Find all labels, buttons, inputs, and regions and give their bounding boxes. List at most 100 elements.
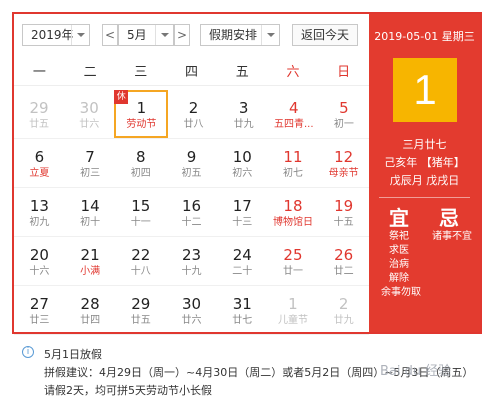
calendar-day[interactable]: 2 廿九 [318,286,369,334]
chevron-down-icon [71,25,89,45]
day-number: 5 [339,99,349,117]
month-select[interactable]: 5月 [118,24,174,46]
day-number: 10 [232,148,252,166]
day-lunar: 初三 [80,168,101,179]
inauspicious-item: 诸事不宜 [432,231,472,242]
day-lunar: 二十 [232,266,253,277]
calendar-day-selected[interactable]: 休 1 劳动节 [114,90,169,138]
holiday-select[interactable]: 假期安排 [200,24,280,46]
calendar-day[interactable]: 5 初一 [319,90,369,138]
day-lunar: 初七 [282,168,303,179]
calendar-day[interactable]: 31 廿七 [217,286,268,334]
day-lunar: 十六 [29,266,50,277]
day-lunar: 廿五 [130,315,151,326]
calendar-day[interactable]: 13 初九 [14,188,65,236]
day-lunar: 廿一 [282,266,303,277]
calendar-day[interactable]: 30 廿六 [166,286,217,334]
year-select[interactable]: 2019年 [22,24,90,46]
calendar-day[interactable]: 3 廿九 [219,90,269,138]
calendar-week-row: 13 初九 14 初十 15 十一 16 十二 17 十三 18 博物馆日 19 十五 [14,188,369,237]
day-lunar: 十一 [130,217,151,228]
auspicious-label: 宜 [389,206,409,230]
day-number: 1 [288,295,298,313]
calendar-day[interactable]: 25 廿一 [268,237,319,285]
divider [379,197,470,198]
calendar-day[interactable]: 24 二十 [217,237,268,285]
note-title: 5月1日放假 [44,348,102,361]
day-number: 19 [334,197,354,215]
day-lunar: 初六 [232,168,253,179]
day-lunar: 五四青... [274,119,314,130]
calendar-day[interactable]: 12 母亲节 [318,139,369,187]
calendar-day[interactable]: 28 廿四 [65,286,116,334]
weekday-label: 四 [185,65,199,80]
calendar-toolbar: 2019年 < 5月 > 假期安排 返回今天 [22,24,367,46]
day-lunar: 廿六 [181,315,202,326]
info-icon: i [22,346,34,358]
calendar-day[interactable]: 27 廿三 [14,286,65,334]
weekday-label: 二 [83,65,97,80]
calendar-day[interactable]: 20 十六 [14,237,65,285]
day-lunar: 初九 [29,217,50,228]
calendar-day[interactable]: 29 廿五 [14,90,64,138]
auspicious-item: 求医 [389,245,409,256]
calendar-day[interactable]: 1 儿童节 [268,286,319,334]
day-lunar: 小满 [80,266,101,277]
inauspicious-list: 诸事不宜 [432,230,472,244]
day-number: 30 [79,99,99,117]
inauspicious-label: 忌 [439,206,459,230]
day-lunar: 廿六 [79,119,100,130]
calendar-day[interactable]: 17 十三 [217,188,268,236]
calendar-day[interactable]: 18 博物馆日 [268,188,319,236]
calendar-day[interactable]: 29 廿五 [115,286,166,334]
calendar-week-row: 27 廿三 28 廿四 29 廿五 30 廿六 31 廿七 1 儿童节 2 廿九 [14,286,369,335]
day-lunar: 廿九 [233,119,254,130]
day-lunar: 儿童节 [277,315,308,326]
month-select-value: 5月 [127,28,147,42]
day-number: 24 [232,246,252,264]
weekday-label: 日 [337,65,351,80]
next-month-button[interactable]: > [174,24,190,46]
day-number: 11 [283,148,303,166]
day-number: 12 [334,148,354,166]
day-number: 14 [80,197,100,215]
calendar-day[interactable]: 19 十五 [318,188,369,236]
calendar-week-row: 29 廿五 30 廿六 休 1 劳动节 2 廿八 3 廿九 4 五四青... 5 初一 [14,90,369,139]
day-number: 29 [131,295,151,313]
calendar-week-row: 6 立夏 7 初三 8 初四 9 初五 10 初六 11 初七 12 母亲节 [14,139,369,188]
calendar-day[interactable]: 22 十八 [115,237,166,285]
auspicious-item: 解除 [389,273,409,284]
day-number: 26 [334,246,354,264]
day-lunar: 立夏 [29,168,50,179]
day-number: 22 [131,246,151,264]
lunar-date: 三月廿七 [402,138,447,151]
calendar-day[interactable]: 14 初十 [65,188,116,236]
calendar-day[interactable]: 4 五四青... [269,90,319,138]
calendar-day[interactable]: 26 廿二 [318,237,369,285]
day-lunar: 十五 [333,217,354,228]
calendar-day[interactable]: 23 十九 [166,237,217,285]
calendar-day[interactable]: 8 初四 [115,139,166,187]
calendar-day[interactable]: 11 初七 [268,139,319,187]
calendar-day[interactable]: 2 廿八 [168,90,218,138]
weekday-label: 五 [235,65,249,80]
day-lunar: 初一 [333,119,354,130]
calendar-day[interactable]: 16 十二 [166,188,217,236]
calendar-day[interactable]: 10 初六 [217,139,268,187]
day-lunar: 廿三 [29,315,50,326]
weekday-header: 一 二 三 四 五 六 日 [14,60,369,86]
calendar-day[interactable]: 21 小满 [65,237,116,285]
day-number: 2 [188,99,199,117]
day-number: 23 [181,246,202,264]
calendar-day[interactable]: 9 初五 [166,139,217,187]
chevron-down-icon [261,25,279,45]
back-to-today-button[interactable]: 返回今天 [292,24,358,46]
calendar-day[interactable]: 30 廿六 [64,90,114,138]
day-lunar: 劳动节 [126,119,157,130]
calendar-week-row: 20 十六 21 小满 22 十八 23 十九 24 二十 25 廿一 26 廿二 [14,237,369,286]
day-number: 30 [181,295,202,313]
calendar-day[interactable]: 15 十一 [115,188,166,236]
calendar-day[interactable]: 7 初三 [65,139,116,187]
prev-month-button[interactable]: < [102,24,118,46]
calendar-day[interactable]: 6 立夏 [14,139,65,187]
